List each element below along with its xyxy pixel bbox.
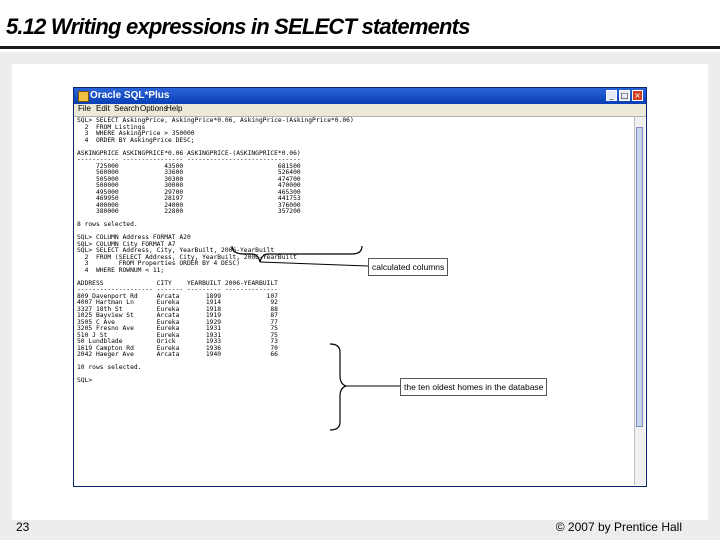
copyright-notice: © 2007 by Prentice Hall: [555, 520, 682, 534]
oldest-homes-callout: the ten oldest homes in the database: [400, 378, 548, 396]
oldest-homes-brace: [329, 343, 348, 431]
annotation-braces: [231, 245, 400, 431]
calculated-columns-pointer: [259, 261, 369, 267]
calculated-columns-callout: calculated columns: [368, 258, 449, 276]
calculated-columns-brace: [231, 245, 363, 263]
page-number: 23: [16, 520, 30, 534]
